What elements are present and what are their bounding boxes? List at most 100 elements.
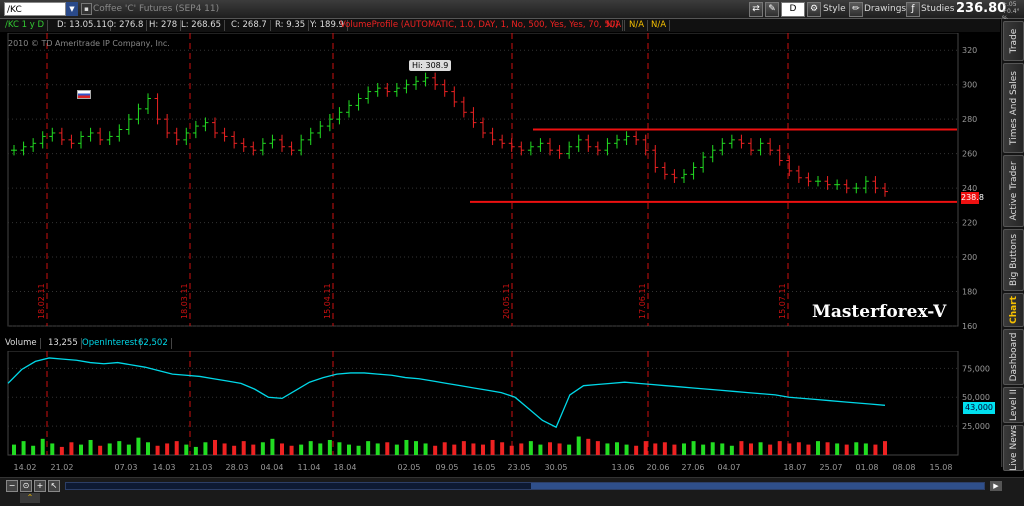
study-value-na-2: N/A xyxy=(626,20,649,31)
x-tick-label: 04.07 xyxy=(718,463,741,472)
volume-bar xyxy=(481,444,485,455)
scroll-right-icon[interactable]: ▶ xyxy=(990,481,1002,491)
volume-bar xyxy=(672,444,677,455)
study-volume-profile[interactable]: VolumeProfile (AUTOMATIC, 1.0, DAY, 1, N… xyxy=(337,20,623,31)
volume-bar xyxy=(69,442,74,455)
expand-icon[interactable]: ⌃ xyxy=(20,493,40,503)
tab-dashboard[interactable]: Dashboard xyxy=(1003,329,1024,385)
crosshair-icon[interactable]: + xyxy=(34,480,46,492)
tab-label: Chart xyxy=(1008,296,1019,324)
tab-label: Live News xyxy=(1008,425,1019,471)
volume-bar xyxy=(873,444,878,455)
open-interest-value: 62,502 xyxy=(135,338,172,349)
plot-area xyxy=(7,33,959,327)
tab-active-trader[interactable]: Active Trader xyxy=(1003,155,1024,227)
open-interest-label: OpenInterest xyxy=(79,338,142,349)
y-tick-label: 300 xyxy=(962,81,977,90)
style-button[interactable]: Style xyxy=(823,4,846,14)
volume-bar xyxy=(806,444,811,455)
chart-info-bar: /KC 1 y D D: 13.05.11 O: 276.8 H: 278 L:… xyxy=(0,19,1000,32)
volume-bar xyxy=(710,442,715,455)
tab-label: Active Trader xyxy=(1008,161,1019,221)
tab-big-buttons[interactable]: Big Buttons xyxy=(1003,229,1024,291)
bar-high: H: 278 xyxy=(146,20,182,31)
y-tick-label: 260 xyxy=(962,150,977,159)
volume-chart[interactable]: 25,000 50,000 75,000 14.02 21.02 07.03 14.03 21… xyxy=(0,351,1000,477)
tab-trade[interactable]: Trade xyxy=(1003,21,1024,61)
volume-bar xyxy=(12,444,16,455)
x-tick-label: 14.03 xyxy=(153,463,176,472)
symbol-settings-icon[interactable]: ▪ xyxy=(81,3,92,15)
volume-bar xyxy=(835,443,840,455)
volume-bar xyxy=(241,441,246,455)
symbol-input[interactable]: /KC xyxy=(4,2,66,16)
volume-bar xyxy=(816,441,820,455)
volume-bar xyxy=(557,443,562,455)
zoom-in-icon[interactable]: ⊙ xyxy=(20,480,32,492)
volume-value: 13,255 xyxy=(45,338,82,349)
volume-bar xyxy=(844,444,849,455)
symbol-dropdown-button[interactable]: ▼ xyxy=(66,2,78,16)
volume-bar xyxy=(251,444,256,455)
chart-scrollbar[interactable] xyxy=(65,482,985,490)
volume-bar xyxy=(863,443,868,455)
x-tick-label: 18.04 xyxy=(334,463,357,472)
drawings-button[interactable]: Drawings xyxy=(864,4,906,14)
x-tick-label: 04.04 xyxy=(261,463,284,472)
volume-bar xyxy=(634,445,639,455)
price-change-abs: +.05 xyxy=(1002,1,1017,8)
series-label[interactable]: /KC 1 y D xyxy=(2,20,48,31)
x-tick-label: 23.05 xyxy=(508,463,531,472)
tab-live-news[interactable]: Live News xyxy=(1003,425,1024,471)
tab-label: Dashboard xyxy=(1008,332,1019,382)
style-icon[interactable]: ⚙ xyxy=(807,2,821,17)
volume-bar xyxy=(280,443,284,455)
volume-bar xyxy=(193,446,198,455)
x-tick-label: 09.05 xyxy=(436,463,459,472)
bar-range: R: 9.35 xyxy=(272,20,310,31)
share-icon[interactable]: ⇄ xyxy=(749,2,763,17)
tab-times-and-sales[interactable]: Times And Sales xyxy=(1003,63,1024,153)
pointer-icon[interactable]: ↖ xyxy=(48,480,60,492)
volume-bar xyxy=(758,442,763,455)
tab-chart[interactable]: Chart xyxy=(1003,293,1024,327)
volume-bar xyxy=(289,445,294,455)
tab-label: Big Buttons xyxy=(1008,233,1019,287)
volume-bar xyxy=(107,443,112,455)
volume-bar xyxy=(79,444,83,455)
volume-bar xyxy=(98,445,103,455)
period-separator-label: 18.02.11 xyxy=(37,283,46,319)
volume-bar xyxy=(347,444,351,455)
side-tab-strip: Trade Times And Sales Active Trader Big … xyxy=(1001,19,1024,471)
volume-bar xyxy=(433,445,438,455)
volume-bar xyxy=(701,444,706,455)
scrollbar-thumb[interactable] xyxy=(531,483,984,489)
tab-label: Times And Sales xyxy=(1008,71,1019,145)
volume-bar xyxy=(165,443,170,455)
last-price: 236.80 xyxy=(956,1,1007,16)
volume-bar xyxy=(174,441,179,455)
volume-bar xyxy=(414,441,418,455)
drawings-icon[interactable]: ✏ xyxy=(849,2,863,17)
volume-bar xyxy=(567,444,572,455)
price-chart[interactable]: 16018020022024026028030032018.02.11 18.03… xyxy=(0,33,1000,333)
link-icon[interactable]: ✎ xyxy=(765,2,779,17)
volume-bar xyxy=(548,442,552,455)
y-tick-label: 75,000 xyxy=(962,364,990,373)
volume-bar xyxy=(519,443,524,455)
volume-bar xyxy=(768,444,773,455)
zoom-out-icon[interactable]: − xyxy=(6,480,18,492)
studies-button[interactable]: Studies xyxy=(921,4,954,14)
volume-bar xyxy=(624,444,629,455)
tab-level-ii[interactable]: Level II xyxy=(1003,387,1024,423)
y-tick-label: 50,000 xyxy=(962,393,990,402)
period-button[interactable]: D xyxy=(781,2,805,17)
studies-icon[interactable]: ƒ xyxy=(906,2,920,17)
period-separator-label: 15.04.11 xyxy=(323,283,332,319)
volume-bar xyxy=(222,443,227,455)
volume-bar xyxy=(615,442,619,455)
volume-bar xyxy=(471,443,476,455)
volume-bar xyxy=(327,439,332,455)
volume-bar xyxy=(739,441,744,455)
volume-bar xyxy=(404,439,409,455)
